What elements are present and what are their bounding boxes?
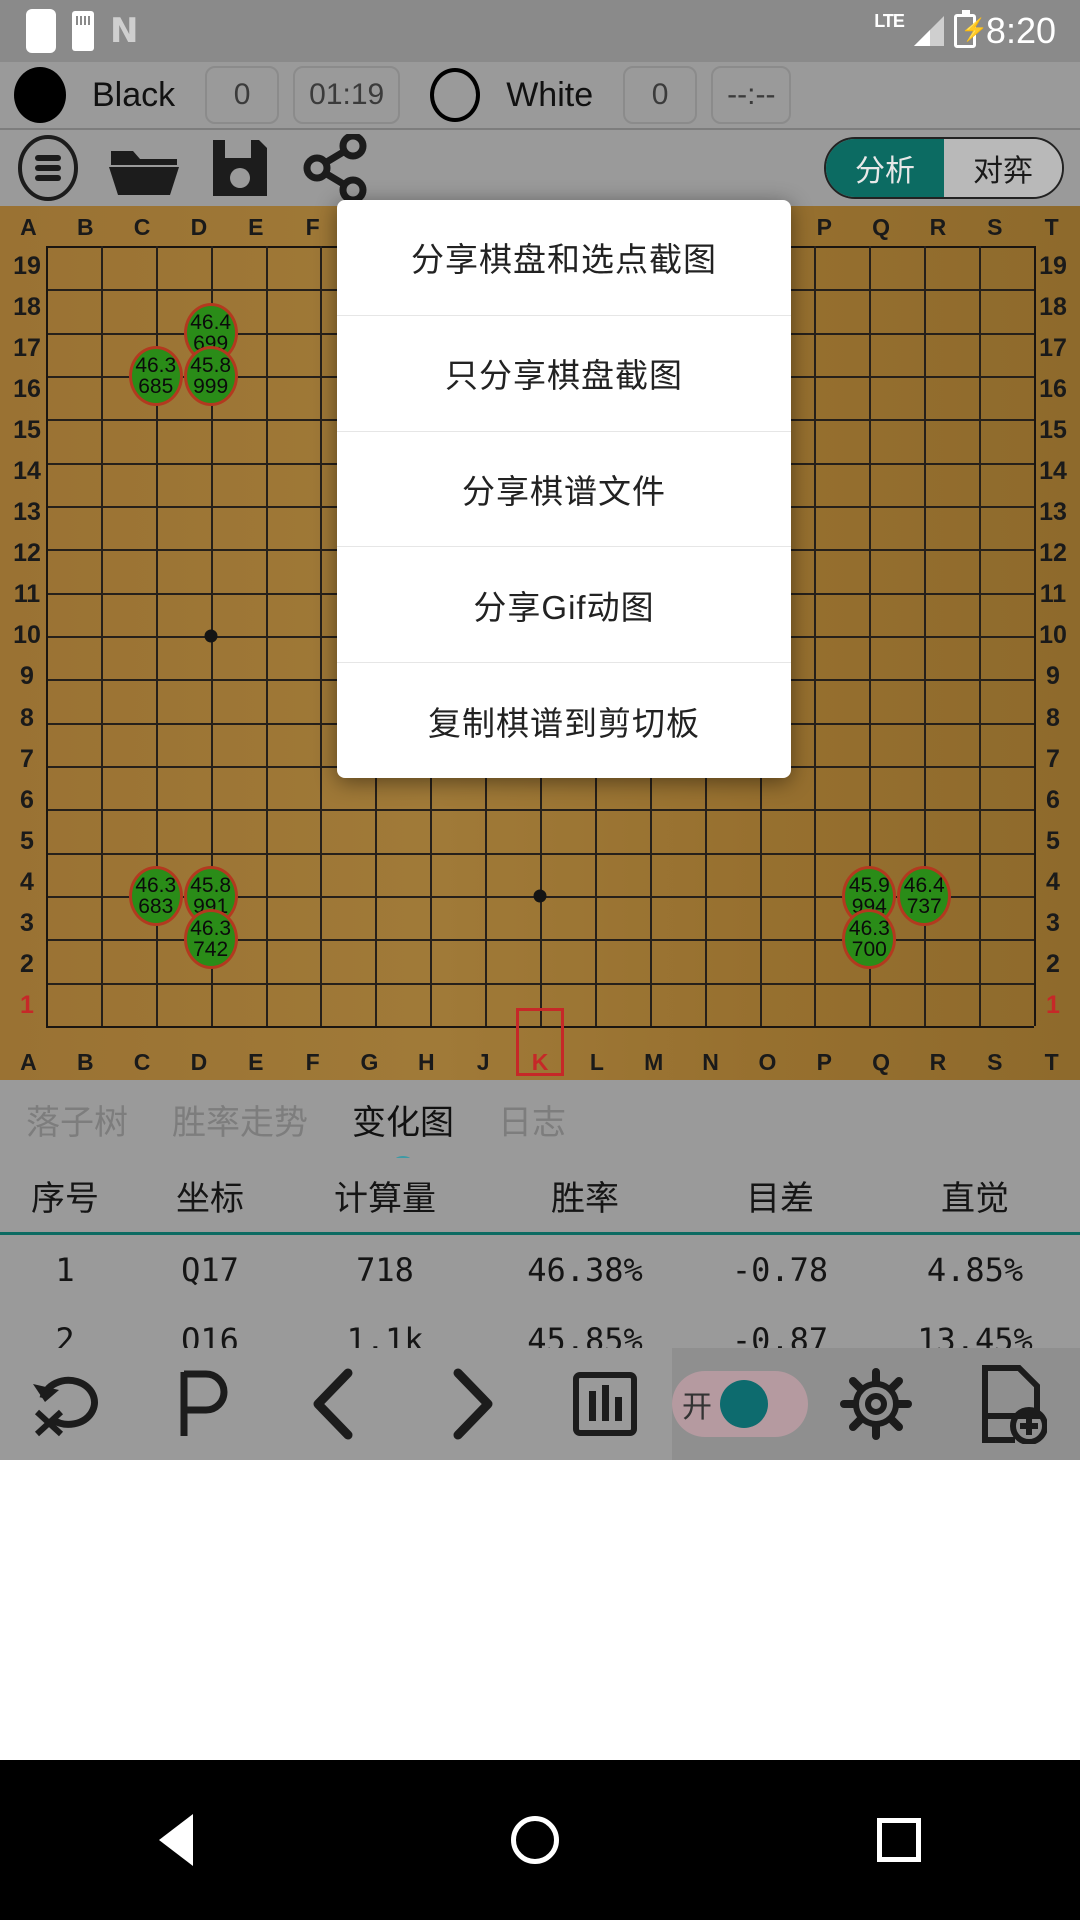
share-dialog-item-4[interactable]: 分享Gif动图	[337, 546, 791, 662]
table-column-header: 计算量	[290, 1158, 480, 1232]
variations-table: 序号坐标计算量胜率目差直觉 1Q1771846.38%-0.784.85%2Q1…	[0, 1158, 1080, 1348]
share-dialog-item-2[interactable]: 只分享棋盘截图	[337, 315, 791, 431]
bottom-tab-bar[interactable]: 落子树胜率走势变化图日志	[0, 1080, 1080, 1158]
pass-p-icon[interactable]	[134, 1354, 268, 1454]
tab-日志[interactable]: 日志	[498, 1095, 566, 1144]
previous-move-icon[interactable]	[269, 1354, 403, 1454]
next-move-icon[interactable]	[403, 1354, 537, 1454]
share-dialog-item-5[interactable]: 复制棋谱到剪切板	[337, 662, 791, 778]
share-dialog-item-1[interactable]: 分享棋盘和选点截图	[337, 200, 791, 315]
settings-gear-icon[interactable]	[808, 1354, 944, 1454]
table-cell: 4.85%	[870, 1235, 1080, 1305]
action-bar: 开	[0, 1348, 1080, 1460]
share-dialog: 分享棋盘和选点截图只分享棋盘截图分享棋谱文件分享Gif动图复制棋谱到剪切板	[337, 200, 791, 778]
engine-controls-group: 开	[672, 1348, 1080, 1460]
app-root: N LTE ⚡ 8:20 Black 0 01:19 White 0 --:--	[0, 0, 1080, 1920]
engine-toggle-label: 开	[682, 1382, 712, 1426]
table-cell: 718	[290, 1235, 480, 1305]
table-cell: -0.78	[690, 1235, 870, 1305]
tab-落子树[interactable]: 落子树	[26, 1095, 128, 1144]
undo-icon[interactable]	[0, 1354, 134, 1454]
table-column-header: 坐标	[130, 1158, 290, 1232]
tab-胜率走势[interactable]: 胜率走势	[172, 1095, 308, 1144]
tab-变化图[interactable]: 变化图	[352, 1095, 454, 1144]
table-cell: 46.38%	[480, 1235, 690, 1305]
table-cell: Q17	[130, 1235, 290, 1305]
share-dialog-item-3[interactable]: 分享棋谱文件	[337, 431, 791, 547]
engine-toggle-knob[interactable]	[720, 1380, 768, 1428]
engine-toggle[interactable]: 开	[672, 1354, 808, 1454]
new-file-icon[interactable]	[944, 1354, 1080, 1454]
content-spacer	[0, 1460, 1080, 1760]
android-nav-bar	[0, 1760, 1080, 1920]
table-column-header: 目差	[690, 1158, 870, 1232]
table-cell: 1	[0, 1235, 130, 1305]
table-row[interactable]: 1Q1771846.38%-0.784.85%	[0, 1235, 1080, 1305]
bar-chart-icon[interactable]	[538, 1354, 672, 1454]
table-column-header: 序号	[0, 1158, 130, 1232]
table-column-header: 直觉	[870, 1158, 1080, 1232]
back-triangle-icon[interactable]	[159, 1814, 193, 1866]
recents-square-icon[interactable]	[877, 1818, 921, 1862]
table-header-row: 序号坐标计算量胜率目差直觉	[0, 1158, 1080, 1232]
table-column-header: 胜率	[480, 1158, 690, 1232]
home-circle-icon[interactable]	[511, 1816, 559, 1864]
